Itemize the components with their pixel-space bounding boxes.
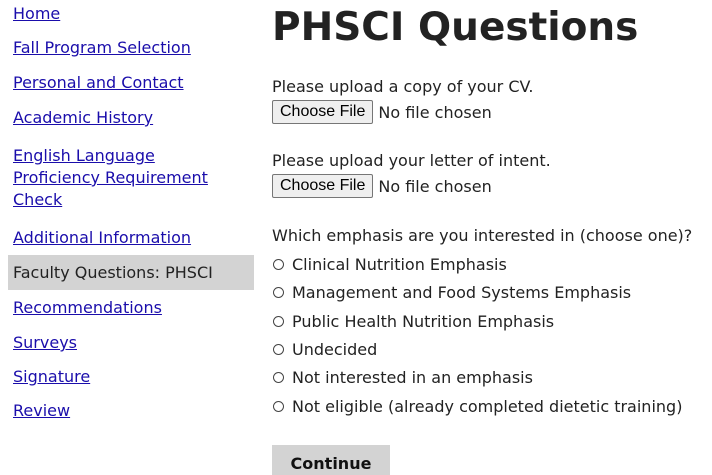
sidebar-link-english-language-proficiency[interactable]: English Language Proficiency Requirement C… [13, 146, 208, 209]
sidebar-link-home[interactable]: Home [13, 4, 60, 23]
sidebar-link-review[interactable]: Review [13, 401, 70, 420]
english-line-1: English Language [13, 146, 155, 165]
continue-button[interactable]: Continue [272, 445, 390, 475]
intent-choose-file-button[interactable]: Choose File [272, 174, 374, 198]
intent-upload-label: Please upload your letter of intent. [272, 151, 551, 170]
english-line-2: Proficiency Requirement [13, 168, 208, 187]
emphasis-option-not-interested[interactable]: Not interested in an emphasis [272, 367, 533, 387]
radio-label: Public Health Nutrition Emphasis [292, 311, 555, 331]
radio-button[interactable] [273, 286, 284, 298]
radio-button[interactable] [273, 343, 284, 355]
sidebar-item-recommendations[interactable]: Recommendations [8, 297, 254, 319]
cv-file-status: No file chosen [378, 102, 492, 122]
emphasis-option-public-health-nutrition[interactable]: Public Health Nutrition Emphasis [272, 311, 554, 331]
emphasis-option-not-eligible[interactable]: Not eligible (already completed dietetic… [272, 396, 682, 416]
page-title: PHSCI Questions [272, 5, 639, 50]
intent-file-input[interactable]: Choose File No file chosen [272, 174, 492, 198]
sidebar-link-fall-program-selection[interactable]: Fall Program Selection [13, 38, 191, 57]
cv-file-input[interactable]: Choose File No file chosen [272, 100, 492, 124]
emphasis-question: Which emphasis are you interested in (ch… [272, 226, 693, 245]
sidebar-link-additional-information[interactable]: Additional Information [13, 228, 191, 247]
sidebar-item-additional-information[interactable]: Additional Information [8, 227, 254, 249]
cv-choose-file-button[interactable]: Choose File [272, 100, 374, 124]
radio-label: Undecided [292, 339, 378, 359]
sidebar-label-faculty-questions-phsci: Faculty Questions: PHSCI [13, 263, 213, 282]
sidebar-item-faculty-questions-phsci[interactable]: Faculty Questions: PHSCI [8, 255, 254, 290]
sidebar-link-recommendations[interactable]: Recommendations [13, 298, 162, 317]
radio-button[interactable] [273, 371, 284, 383]
radio-label: Management and Food Systems Emphasis [292, 282, 632, 302]
sidebar-link-academic-history[interactable]: Academic History [13, 108, 153, 127]
sidebar-item-surveys[interactable]: Surveys [8, 332, 254, 354]
application-page: Home Fall Program Selection Personal and… [0, 0, 712, 475]
sidebar-item-review[interactable]: Review [8, 400, 254, 422]
intent-file-status: No file chosen [378, 176, 492, 196]
emphasis-option-clinical-nutrition[interactable]: Clinical Nutrition Emphasis [272, 254, 507, 274]
sidebar-item-english-language-proficiency[interactable]: English Language Proficiency Requirement C… [8, 145, 254, 211]
sidebar-link-personal-and-contact[interactable]: Personal and Contact [13, 73, 184, 92]
emphasis-option-undecided[interactable]: Undecided [272, 339, 377, 359]
radio-button[interactable] [273, 400, 284, 412]
radio-label: Not eligible (already completed dietetic… [292, 396, 683, 416]
emphasis-option-management-food-systems[interactable]: Management and Food Systems Emphasis [272, 282, 631, 302]
sidebar-item-academic-history[interactable]: Academic History [8, 107, 254, 129]
radio-label: Clinical Nutrition Emphasis [292, 254, 507, 274]
radio-button[interactable] [273, 315, 284, 327]
sidebar-link-surveys[interactable]: Surveys [13, 333, 77, 352]
sidebar-item-home[interactable]: Home [8, 3, 254, 25]
sidebar-item-signature[interactable]: Signature [8, 366, 254, 388]
sidebar-link-signature[interactable]: Signature [13, 367, 90, 386]
english-line-3: Check [13, 190, 63, 209]
sidebar-item-personal-and-contact[interactable]: Personal and Contact [8, 72, 254, 94]
radio-button[interactable] [273, 258, 284, 270]
radio-label: Not interested in an emphasis [292, 367, 533, 387]
cv-upload-label: Please upload a copy of your CV. [272, 77, 534, 96]
sidebar-item-fall-program-selection[interactable]: Fall Program Selection [8, 37, 254, 59]
